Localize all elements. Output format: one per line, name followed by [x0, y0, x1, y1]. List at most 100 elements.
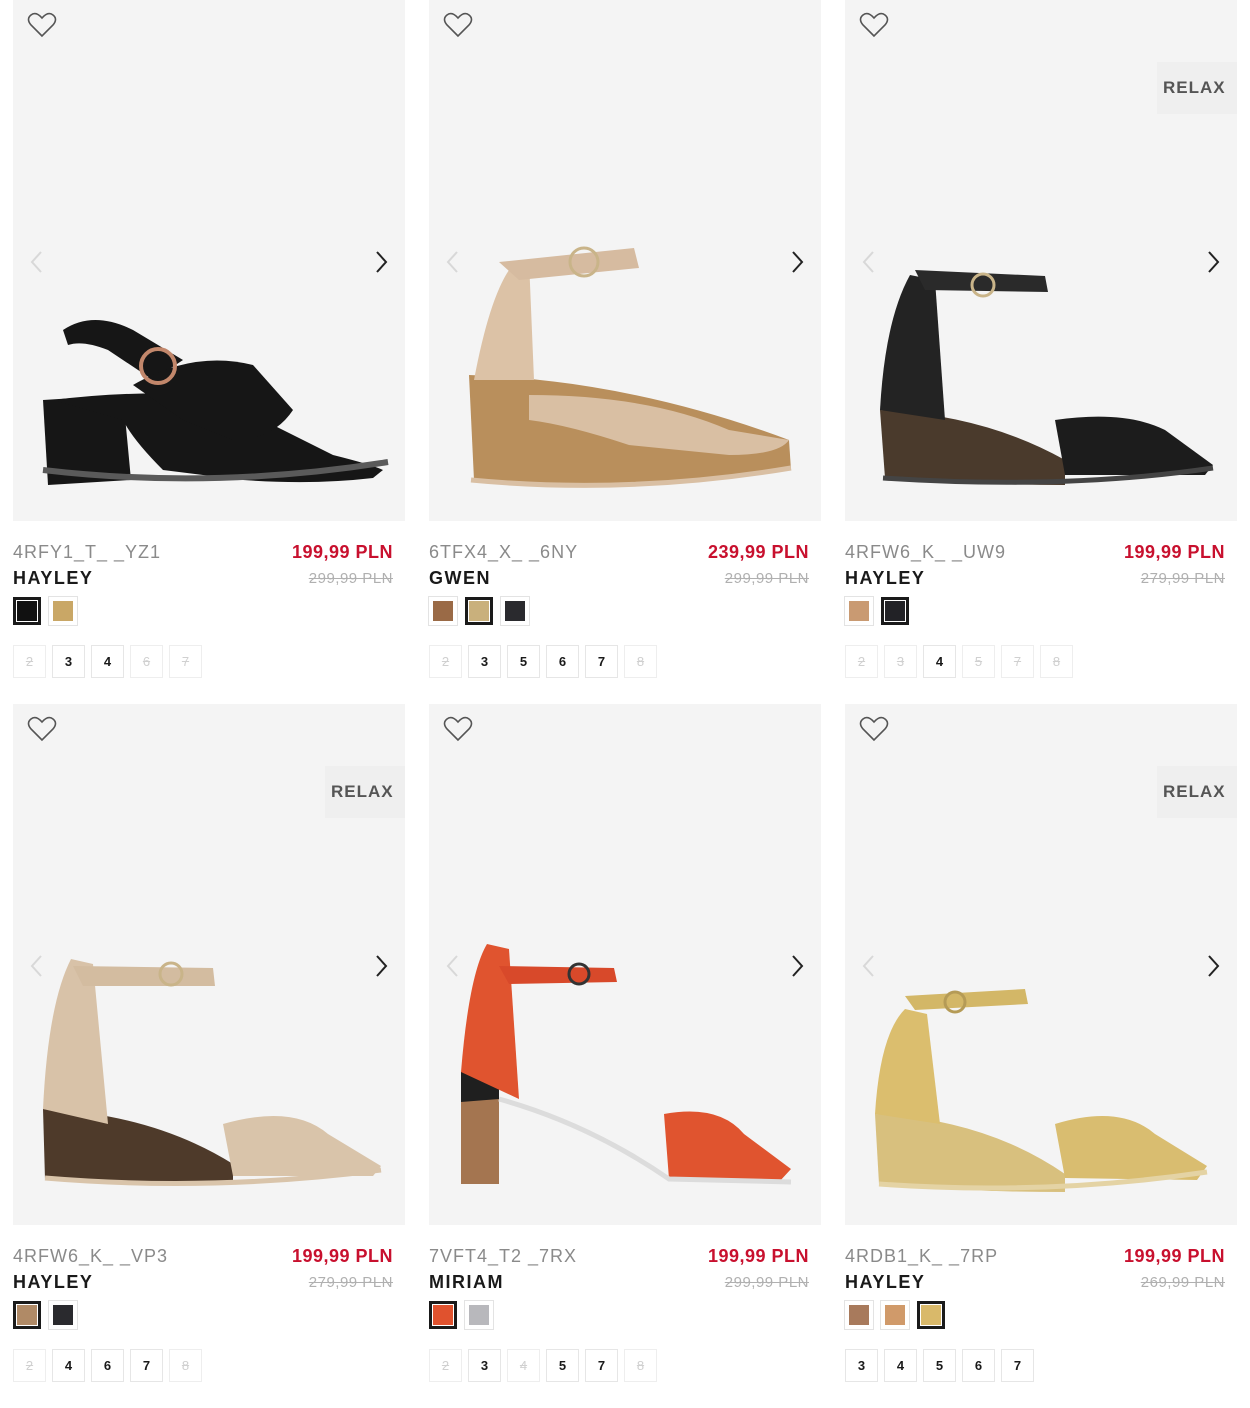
color-swatch-fill	[849, 1305, 869, 1325]
product-image-area[interactable]	[429, 704, 821, 1225]
product-image-area[interactable]	[13, 0, 405, 521]
color-swatch[interactable]	[48, 596, 78, 626]
chevron-right-icon[interactable]	[371, 952, 391, 980]
heart-icon[interactable]	[27, 715, 57, 743]
color-swatches	[429, 1300, 494, 1330]
size-option: 5	[962, 645, 995, 678]
chevron-left-icon[interactable]	[27, 952, 47, 980]
size-option[interactable]: 3	[52, 645, 85, 678]
size-option: 2	[429, 1349, 462, 1382]
product-image[interactable]	[429, 704, 821, 1225]
size-option[interactable]: 7	[1001, 1349, 1034, 1382]
color-swatch[interactable]	[13, 1301, 41, 1329]
size-option[interactable]: 4	[91, 645, 124, 678]
color-swatch[interactable]	[48, 1300, 78, 1330]
product-price: 199,99 PLN	[291, 542, 393, 562]
product-name[interactable]: HAYLEY	[13, 568, 93, 589]
product-card[interactable]: RELAX 4RFW6_K_ _VP3 HAYLEY 199,99 PLN 27…	[13, 704, 405, 1405]
product-image[interactable]	[13, 0, 405, 521]
relax-badge: RELAX	[1157, 766, 1237, 818]
product-price: 199,99 PLN	[291, 1246, 393, 1266]
size-option[interactable]: 6	[546, 645, 579, 678]
color-swatch[interactable]	[880, 1300, 910, 1330]
size-option[interactable]: 5	[923, 1349, 956, 1382]
product-name[interactable]: HAYLEY	[845, 568, 925, 589]
product-image-area[interactable]: RELAX	[845, 0, 1237, 521]
size-option[interactable]: 6	[91, 1349, 124, 1382]
chevron-left-icon[interactable]	[859, 248, 879, 276]
product-info: 4RFW6_K_ _UW9 HAYLEY 199,99 PLN 279,99 P…	[844, 521, 1237, 701]
chevron-left-icon[interactable]	[443, 248, 463, 276]
product-price: 199,99 PLN	[1123, 542, 1225, 562]
heart-icon[interactable]	[27, 11, 57, 39]
size-option: 7	[1001, 645, 1034, 678]
product-info: 4RFW6_K_ _VP3 HAYLEY 199,99 PLN 279,99 P…	[13, 1225, 405, 1405]
size-option[interactable]: 6	[962, 1349, 995, 1382]
chevron-right-icon[interactable]	[787, 952, 807, 980]
color-swatch[interactable]	[429, 1301, 457, 1329]
size-option[interactable]: 3	[845, 1349, 878, 1382]
size-option: 8	[624, 645, 657, 678]
product-old-price: 269,99 PLN	[1140, 1274, 1225, 1291]
color-swatch[interactable]	[465, 597, 493, 625]
relax-badge: RELAX	[1157, 62, 1237, 114]
color-swatches	[428, 596, 530, 626]
product-card[interactable]: 7VFT4_T2 _7RX MIRIAM 199,99 PLN 299,99 P…	[429, 704, 821, 1405]
product-image-area[interactable]: RELAX	[845, 704, 1237, 1225]
heart-icon[interactable]	[859, 11, 889, 39]
color-swatch[interactable]	[881, 597, 909, 625]
product-card[interactable]: RELAX 4RDB1_K_ _7RP HAYLEY 199,99 PLN 26…	[844, 704, 1237, 1405]
size-option[interactable]: 3	[468, 1349, 501, 1382]
product-name[interactable]: HAYLEY	[13, 1272, 93, 1293]
product-old-price: 299,99 PLN	[724, 1274, 809, 1291]
product-name[interactable]: MIRIAM	[429, 1272, 504, 1293]
product-old-price: 279,99 PLN	[1140, 570, 1225, 587]
product-name[interactable]: HAYLEY	[845, 1272, 925, 1293]
color-swatch-fill	[53, 601, 73, 621]
color-swatch[interactable]	[428, 596, 458, 626]
product-image-area[interactable]	[429, 0, 821, 521]
heart-icon[interactable]	[859, 715, 889, 743]
color-swatch-fill	[17, 601, 37, 621]
color-swatch[interactable]	[844, 1300, 874, 1330]
chevron-left-icon[interactable]	[859, 952, 879, 980]
size-option[interactable]: 3	[468, 645, 501, 678]
color-swatch-fill	[505, 601, 525, 621]
size-option[interactable]: 5	[546, 1349, 579, 1382]
size-option[interactable]: 7	[585, 1349, 618, 1382]
product-image[interactable]	[429, 0, 821, 521]
product-info: 7VFT4_T2 _7RX MIRIAM 199,99 PLN 299,99 P…	[429, 1225, 821, 1405]
size-option[interactable]: 5	[507, 645, 540, 678]
color-swatch[interactable]	[917, 1301, 945, 1329]
chevron-right-icon[interactable]	[1203, 248, 1223, 276]
size-option[interactable]: 7	[585, 645, 618, 678]
product-old-price: 299,99 PLN	[308, 570, 393, 587]
chevron-right-icon[interactable]	[1203, 952, 1223, 980]
color-swatch[interactable]	[464, 1300, 494, 1330]
product-code: 7VFT4_T2 _7RX	[429, 1246, 578, 1266]
color-swatch[interactable]	[13, 597, 41, 625]
product-info: 4RFY1_T_ _YZ1 HAYLEY 199,99 PLN 299,99 P…	[13, 521, 405, 701]
size-option[interactable]: 7	[130, 1349, 163, 1382]
size-option[interactable]: 4	[52, 1349, 85, 1382]
heart-icon[interactable]	[443, 715, 473, 743]
product-card[interactable]: 6TFX4_X_ _6NY GWEN 239,99 PLN 299,99 PLN…	[428, 0, 821, 701]
product-card[interactable]: 4RFY1_T_ _YZ1 HAYLEY 199,99 PLN 299,99 P…	[13, 0, 405, 701]
size-option[interactable]: 4	[923, 645, 956, 678]
heart-icon[interactable]	[443, 11, 473, 39]
product-card[interactable]: RELAX 4RFW6_K_ _UW9 HAYLEY 199,99 PLN 27…	[844, 0, 1237, 701]
size-option: 4	[507, 1349, 540, 1382]
color-swatch[interactable]	[844, 596, 874, 626]
product-image-area[interactable]: RELAX	[13, 704, 405, 1225]
color-swatch-fill	[433, 601, 453, 621]
color-swatches	[844, 596, 909, 626]
product-name[interactable]: GWEN	[429, 568, 491, 589]
color-swatch[interactable]	[500, 596, 530, 626]
chevron-right-icon[interactable]	[371, 248, 391, 276]
size-option[interactable]: 4	[884, 1349, 917, 1382]
chevron-left-icon[interactable]	[27, 248, 47, 276]
chevron-right-icon[interactable]	[787, 248, 807, 276]
size-option: 3	[884, 645, 917, 678]
chevron-left-icon[interactable]	[443, 952, 463, 980]
product-grid: 4RFY1_T_ _YZ1 HAYLEY 199,99 PLN 299,99 P…	[0, 0, 1250, 1408]
